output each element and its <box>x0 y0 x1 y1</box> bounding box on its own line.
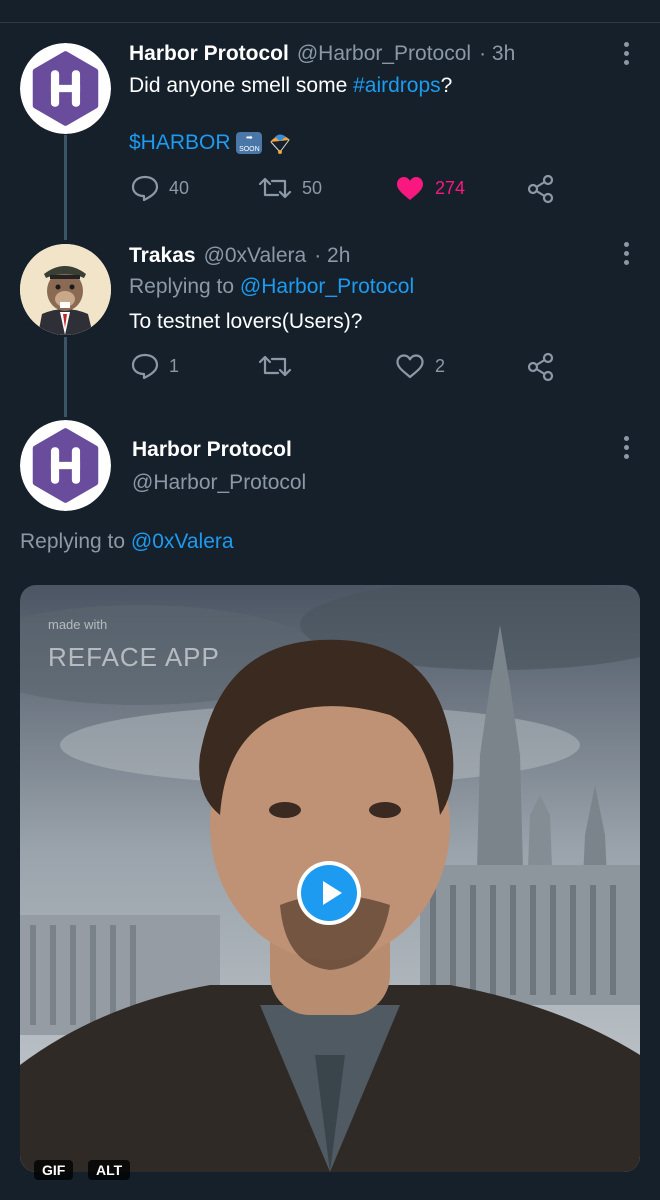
more-options-button[interactable] <box>614 238 638 268</box>
reply-count: 40 <box>169 177 190 198</box>
retweet-icon <box>258 177 292 199</box>
avatar-trakas[interactable] <box>20 244 111 335</box>
harbor-logo-icon <box>20 43 111 134</box>
share-button[interactable] <box>527 352 555 382</box>
avatar-harbor-protocol[interactable] <box>20 43 111 134</box>
share-button[interactable] <box>527 174 555 204</box>
tweet-time[interactable]: · 2h <box>314 244 350 268</box>
author-name[interactable]: Trakas <box>129 244 196 268</box>
reply-button[interactable]: 1 <box>131 353 179 379</box>
parachute-emoji-icon <box>270 134 291 155</box>
retweet-button[interactable] <box>258 353 302 379</box>
like-count: 274 <box>435 177 466 198</box>
avatar-harbor-protocol[interactable] <box>20 420 111 511</box>
cashtag-link[interactable]: $HARBOR <box>129 131 231 154</box>
heart-icon <box>397 177 423 200</box>
play-button[interactable] <box>297 861 361 925</box>
soon-arrow-emoji-icon: ➡ SOON <box>236 132 263 155</box>
thread-line <box>64 337 67 417</box>
tweet-text: Did anyone smell some #airdrops? <box>129 74 452 98</box>
top-divider <box>0 22 660 23</box>
harbor-logo-icon <box>20 420 111 511</box>
share-icon <box>527 174 554 204</box>
tweet-text: To testnet lovers(Users)? <box>129 310 363 333</box>
reply-icon <box>131 175 159 201</box>
tweet-text-line2: $HARBOR ➡ SOON <box>129 131 292 155</box>
thread-line <box>64 135 67 240</box>
author-name[interactable]: Harbor Protocol <box>129 42 289 66</box>
replying-label: Replying to <box>129 275 235 298</box>
watermark-small-text: made with <box>48 617 108 632</box>
more-icon <box>623 435 629 441</box>
like-button[interactable]: 2 <box>395 353 445 379</box>
reply-button[interactable]: 40 <box>131 175 189 201</box>
reply-icon <box>131 353 159 379</box>
retweet-icon <box>258 355 292 377</box>
tweet-time[interactable]: · 3h <box>479 42 515 66</box>
tweet-header: Trakas @0xValera · 2h <box>129 244 350 268</box>
replying-label: Replying to <box>20 530 126 553</box>
retweet-count: 50 <box>302 177 323 198</box>
author-handle[interactable]: @Harbor_Protocol <box>297 42 471 66</box>
watermark-large-text: REFACE APP <box>48 642 220 672</box>
like-count: 2 <box>435 355 446 376</box>
more-icon <box>623 41 629 47</box>
replying-to-link[interactable]: @0xValera <box>131 530 234 553</box>
alt-badge[interactable]: ALT <box>88 1160 131 1180</box>
more-options-button[interactable] <box>614 38 638 68</box>
beaver-avatar-icon <box>20 244 111 335</box>
more-options-button[interactable] <box>614 432 638 462</box>
retweet-button[interactable]: 50 <box>258 175 322 201</box>
author-name[interactable]: Harbor Protocol <box>132 438 292 462</box>
tweet-text-part: ? <box>440 74 453 97</box>
like-button[interactable]: 274 <box>395 175 465 201</box>
gif-badge: GIF <box>34 1160 74 1180</box>
heart-outline-icon <box>396 354 424 379</box>
more-icon <box>623 241 629 247</box>
replying-to: Replying to @Harbor_Protocol <box>129 275 414 299</box>
author-handle[interactable]: @Harbor_Protocol <box>132 471 306 495</box>
reply-count: 1 <box>169 355 180 376</box>
share-icon <box>527 352 554 382</box>
tweet-text-part: Did anyone smell some <box>129 74 354 97</box>
hashtag-link[interactable]: #airdrops <box>353 74 441 97</box>
tweet-header: Harbor Protocol @Harbor_Protocol · 3h <box>129 42 515 66</box>
replying-to: Replying to @0xValera <box>20 530 234 554</box>
replying-to-link[interactable]: @Harbor_Protocol <box>240 275 414 298</box>
author-handle[interactable]: @0xValera <box>204 244 307 268</box>
play-icon <box>301 865 357 921</box>
